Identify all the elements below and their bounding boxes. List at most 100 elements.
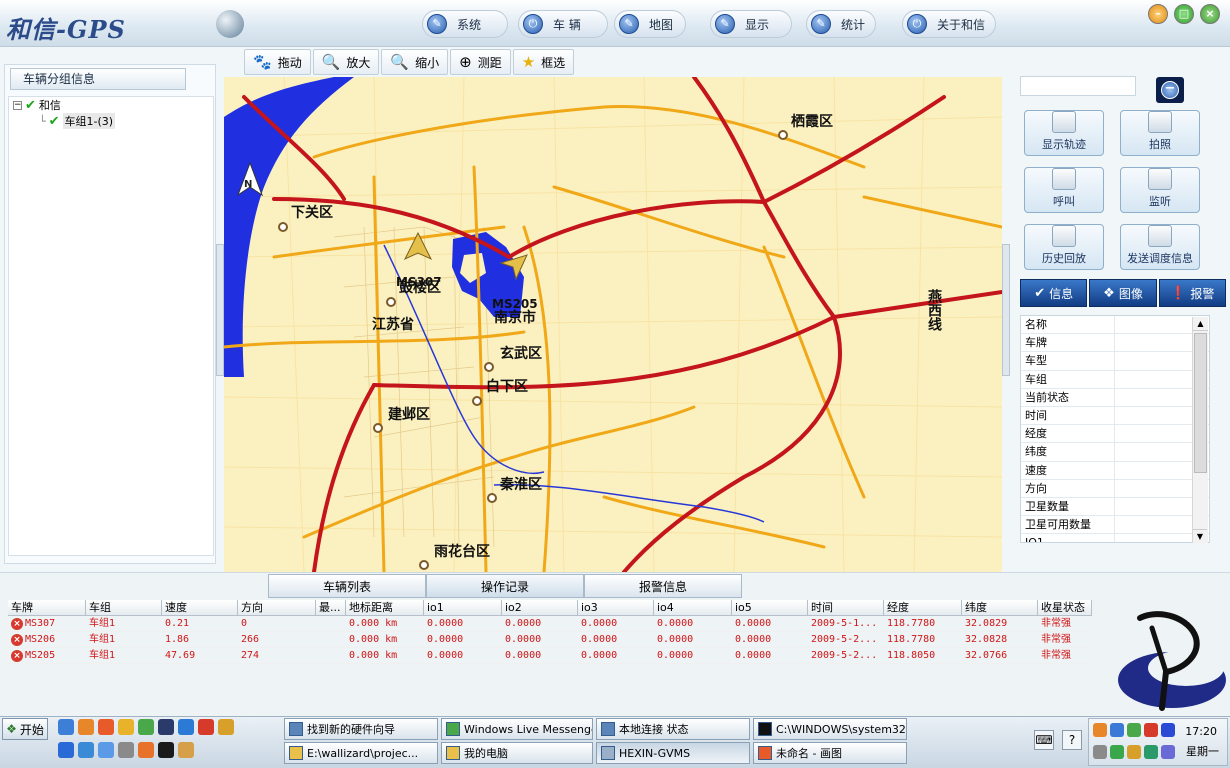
menu-statistics[interactable]: ✎ 统计 xyxy=(806,10,876,38)
crosshair-icon: ⊕ xyxy=(459,53,472,71)
app-icon[interactable] xyxy=(98,742,114,758)
app-icon[interactable] xyxy=(78,742,94,758)
table-row[interactable]: × MS205 车组1 47.69 274 0.000 km 0.0000 0.0… xyxy=(8,648,1094,664)
table-row[interactable]: × MS206 车组1 1.86 266 0.000 km 0.0000 0.00… xyxy=(8,632,1094,648)
label-baixia: 白下区 xyxy=(486,378,528,395)
close-button[interactable]: × xyxy=(1200,4,1220,24)
app-icon[interactable] xyxy=(138,719,154,735)
app-icon[interactable] xyxy=(138,742,154,758)
tab-alarm[interactable]: ❗ 报警 xyxy=(1158,279,1226,307)
history-playback-button[interactable]: 历史回放 xyxy=(1024,224,1104,270)
task-cmd[interactable]: C:\WINDOWS\system32... xyxy=(753,718,907,740)
label-nanjing: 南京市 xyxy=(494,309,536,326)
app-icon[interactable] xyxy=(98,719,114,735)
tab-vehicle-list[interactable]: 车辆列表 xyxy=(268,574,426,598)
app-icon[interactable] xyxy=(118,742,134,758)
task-network-status[interactable]: 本地连接 状态 xyxy=(596,718,750,740)
menu-system[interactable]: ✎ 系统 xyxy=(422,10,508,38)
send-dispatch-button[interactable]: 发送调度信息 xyxy=(1120,224,1200,270)
task-explorer-project[interactable]: E:\wallizard\projec... xyxy=(284,742,438,764)
photo-button[interactable]: 拍照 xyxy=(1120,110,1200,156)
app-icon[interactable] xyxy=(158,742,174,758)
left-collapse-handle[interactable] xyxy=(216,244,224,376)
tree-root[interactable]: − ✔ 和信 xyxy=(13,97,209,113)
menu-about[interactable]: ⏻ 关于和信 xyxy=(902,10,996,38)
tab-info[interactable]: ✔ 信息 xyxy=(1020,279,1088,307)
right-collapse-handle[interactable] xyxy=(1002,244,1010,376)
info-row: 当前状态 xyxy=(1021,388,1209,407)
check-icon[interactable]: ✔ xyxy=(49,114,60,129)
tray-icon[interactable] xyxy=(1127,745,1141,759)
menu-display[interactable]: ✎ 显示 xyxy=(710,10,792,38)
bottom-tabs: 车辆列表 操作记录 报警信息 xyxy=(268,574,742,598)
maximize-button[interactable]: □ xyxy=(1174,4,1194,24)
tray-icon[interactable] xyxy=(1110,745,1124,759)
folder-icon xyxy=(289,746,303,760)
phone-icon xyxy=(1052,168,1076,190)
keyboard-icon[interactable]: ⌨ xyxy=(1034,730,1054,750)
label-qinhuai: 秦淮区 xyxy=(499,476,542,493)
collapse-icon[interactable]: − xyxy=(13,100,22,110)
app-icon[interactable] xyxy=(178,742,194,758)
scroll-down-icon[interactable]: ▼ xyxy=(1193,529,1207,543)
menu-map[interactable]: ✎ 地图 xyxy=(614,10,686,38)
tray-icon[interactable] xyxy=(1144,745,1158,759)
map-view[interactable]: 栖霞区 下关区 鼓楼区 江苏省 南京市 玄武区 白下区 建邺区 秦淮区 雨花台区… xyxy=(224,77,1002,572)
info-scrollbar[interactable]: ▲ ▼ xyxy=(1192,317,1208,543)
scroll-up-icon[interactable]: ▲ xyxy=(1193,317,1208,331)
tab-alarm-info[interactable]: 报警信息 xyxy=(584,574,742,598)
app-icon[interactable] xyxy=(118,719,134,735)
tool-measure[interactable]: ⊕ 测距 xyxy=(450,49,511,75)
app-icon[interactable] xyxy=(218,719,234,735)
app-icon[interactable] xyxy=(198,719,214,735)
start-button[interactable]: ❖ 开始 xyxy=(2,718,48,740)
tray-icon[interactable] xyxy=(1093,723,1107,737)
paw-icon: 🐾 xyxy=(253,53,272,71)
task-hardware-wizard[interactable]: 找到新的硬件向导 xyxy=(284,718,438,740)
tray-icon[interactable] xyxy=(1161,745,1175,759)
tool-zoom-out[interactable]: 🔍 缩小 xyxy=(381,49,449,75)
tool-pan[interactable]: 🐾 拖动 xyxy=(244,49,311,75)
dispatch-icon xyxy=(1148,225,1172,247)
group-panel-header: 车辆分组信息 xyxy=(10,68,186,90)
tray-icon[interactable] xyxy=(1093,745,1107,759)
tray-icon[interactable] xyxy=(1127,723,1141,737)
task-messenger[interactable]: Windows Live Messenger xyxy=(441,718,593,740)
task-hexin-gvms[interactable]: HEXIN-GVMS xyxy=(596,742,750,764)
task-my-computer[interactable]: 我的电脑 xyxy=(441,742,593,764)
task-paint[interactable]: 未命名 - 画图 xyxy=(753,742,907,764)
app-icon[interactable] xyxy=(178,719,194,735)
info-row: 卫星可用数量 xyxy=(1021,516,1209,535)
tool-select[interactable]: ★ 框选 xyxy=(512,49,575,75)
tab-image[interactable]: ❖ 图像 xyxy=(1089,279,1157,307)
clock-time[interactable]: 17:20 xyxy=(1185,725,1217,738)
alert-x-icon: × xyxy=(11,617,23,630)
tray-icon[interactable] xyxy=(1110,723,1124,737)
tool-zoom-in[interactable]: 🔍 放大 xyxy=(312,49,380,75)
firefox-icon[interactable] xyxy=(78,719,94,735)
ie-icon[interactable] xyxy=(58,742,74,758)
monitor-icon xyxy=(1148,168,1172,190)
tree-child[interactable]: └ ✔ 车组1-(3) xyxy=(13,113,209,129)
tray-icon[interactable] xyxy=(1161,723,1175,737)
tray-icon[interactable] xyxy=(1144,723,1158,737)
panel-minimize-button[interactable]: − xyxy=(1156,77,1184,103)
check-icon[interactable]: ✔ xyxy=(25,98,36,113)
monitor-button[interactable]: 监听 xyxy=(1120,167,1200,213)
vehicle-search-input[interactable] xyxy=(1020,76,1136,96)
pen-icon: ✎ xyxy=(427,14,447,34)
show-track-button[interactable]: 显示轨迹 xyxy=(1024,110,1104,156)
ie-icon[interactable] xyxy=(58,719,74,735)
minimize-button[interactable]: – xyxy=(1148,4,1168,24)
media-icon[interactable] xyxy=(158,719,174,735)
call-button[interactable]: 呼叫 xyxy=(1024,167,1104,213)
info-row: 车型 xyxy=(1021,352,1209,371)
scroll-thumb[interactable] xyxy=(1194,333,1207,473)
image-icon: ❖ xyxy=(1103,285,1115,301)
tab-operation-log[interactable]: 操作记录 xyxy=(426,574,584,598)
table-row[interactable]: × MS307 车组1 0.21 0 0.000 km 0.0000 0.0000… xyxy=(8,616,1094,632)
menu-vehicle[interactable]: ⏻ 车 辆 xyxy=(518,10,608,38)
help-icon[interactable]: ? xyxy=(1062,730,1082,750)
map-toolbar: 🐾 拖动 🔍 放大 🔍 缩小 ⊕ 测距 ★ 框选 xyxy=(244,49,575,75)
map-canvas[interactable]: 栖霞区 下关区 鼓楼区 江苏省 南京市 玄武区 白下区 建邺区 秦淮区 雨花台区… xyxy=(224,77,1002,572)
